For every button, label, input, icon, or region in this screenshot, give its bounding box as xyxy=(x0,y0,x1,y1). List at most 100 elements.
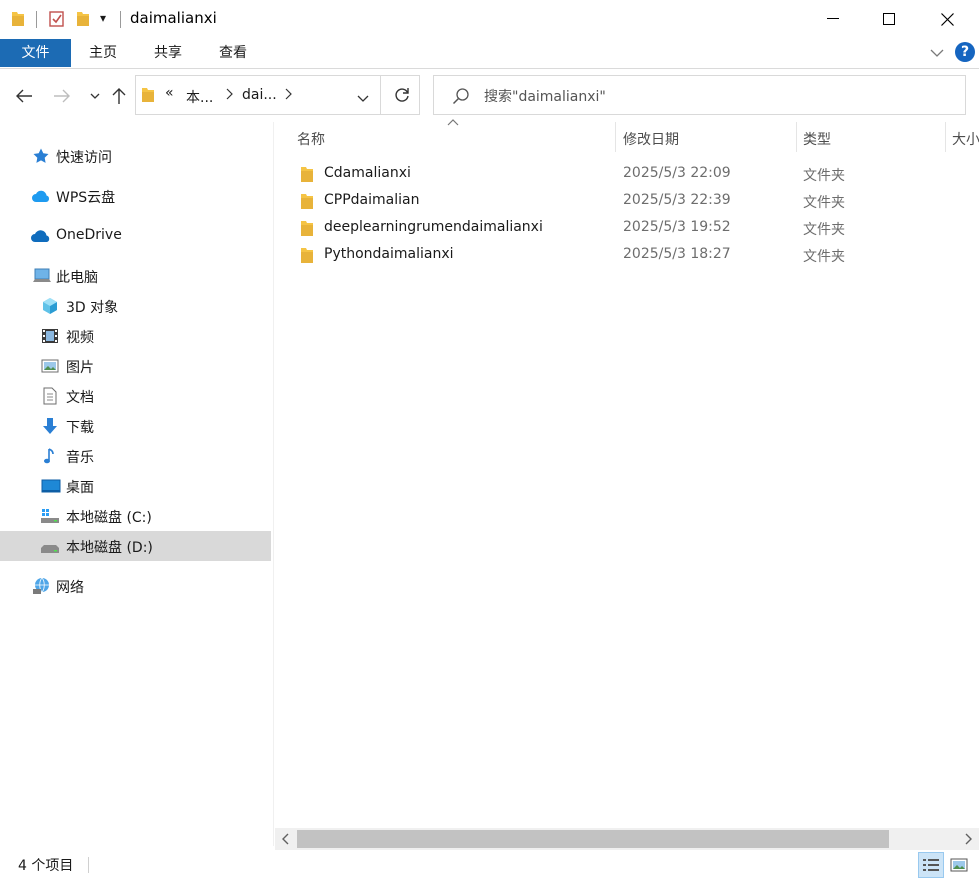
file-name[interactable]: deeplearningrumendaimalianxi xyxy=(324,219,543,235)
sidebar-item-3d-objects[interactable]: 3D 对象 xyxy=(0,291,271,321)
minimize-button[interactable] xyxy=(804,0,862,38)
maximize-button[interactable] xyxy=(860,0,918,38)
folder-location-icon xyxy=(141,86,155,108)
sidebar-item-downloads[interactable]: 下载 xyxy=(0,411,271,441)
breadcrumb-chevron-icon[interactable] xyxy=(225,88,233,104)
scroll-right-arrow-icon[interactable] xyxy=(957,828,979,850)
sidebar-item-pictures[interactable]: 图片 xyxy=(0,351,271,381)
column-separator[interactable] xyxy=(945,122,946,152)
address-history-chevron-icon[interactable] xyxy=(357,91,369,107)
folder-icon xyxy=(300,247,314,268)
file-name[interactable]: Cdamalianxi xyxy=(324,165,411,181)
pictures-icon xyxy=(41,357,59,375)
column-separator[interactable] xyxy=(615,122,616,152)
refresh-icon[interactable] xyxy=(393,86,411,108)
3d-objects-icon xyxy=(41,297,59,315)
title-bar: ▾ daimalianxi xyxy=(0,0,979,38)
sidebar-item-this-pc[interactable]: 此电脑 xyxy=(0,261,271,291)
expand-ribbon-chevron-icon[interactable] xyxy=(930,46,944,62)
file-type: 文件夹 xyxy=(803,249,845,265)
sidebar-item-onedrive[interactable]: OneDrive xyxy=(0,221,271,251)
column-separator[interactable] xyxy=(796,122,797,152)
file-row[interactable]: deeplearningrumendaimalianxi 2025/5/3 19… xyxy=(295,216,955,243)
sort-ascending-icon xyxy=(447,117,459,130)
details-view-icon xyxy=(923,859,939,871)
documents-icon xyxy=(41,387,59,405)
window-title: daimalianxi xyxy=(130,9,217,27)
folder-icon xyxy=(300,166,314,187)
file-type: 文件夹 xyxy=(803,222,845,238)
sidebar-item-quick-access[interactable]: 快速访问 xyxy=(0,141,271,171)
customize-qat-dropdown-icon[interactable]: ▾ xyxy=(100,11,106,25)
tab-home[interactable]: 主页 xyxy=(78,39,128,67)
properties-icon[interactable] xyxy=(48,10,66,32)
sidebar-item-label: WPS云盘 xyxy=(56,190,116,206)
help-icon[interactable]: ? xyxy=(955,42,975,62)
column-header-type[interactable]: 类型 xyxy=(803,129,831,149)
search-box[interactable]: 搜索"daimalianxi" xyxy=(433,75,966,115)
horizontal-scrollbar[interactable] xyxy=(275,828,979,850)
sidebar-item-label: 音乐 xyxy=(66,450,94,466)
file-row[interactable]: Cdamalianxi 2025/5/3 22:09 文件夹 xyxy=(295,162,955,189)
file-name[interactable]: CPPdaimalian xyxy=(324,192,419,208)
scroll-left-arrow-icon[interactable] xyxy=(275,828,297,850)
wps-cloud-icon xyxy=(31,187,50,205)
address-bar[interactable]: « 本... dai... xyxy=(135,75,420,115)
sidebar-item-label: 视频 xyxy=(66,330,94,346)
scrollbar-thumb[interactable] xyxy=(297,830,889,848)
column-header-modified[interactable]: 修改日期 xyxy=(623,129,679,149)
breadcrumb-current-folder[interactable]: dai... xyxy=(242,87,277,103)
column-header-size[interactable]: 大小 xyxy=(952,129,979,149)
downloads-icon xyxy=(41,417,59,435)
file-modified-date: 2025/5/3 19:52 xyxy=(623,219,731,235)
details-view-button[interactable] xyxy=(918,852,944,878)
sidebar-item-label: 3D 对象 xyxy=(66,300,119,316)
breadcrumb-this-pc[interactable]: 本... xyxy=(186,87,213,107)
tab-file[interactable]: 文件 xyxy=(0,39,71,67)
sidebar-item-documents[interactable]: 文档 xyxy=(0,381,271,411)
breadcrumb-chevron-icon[interactable] xyxy=(284,88,292,104)
up-arrow-icon[interactable] xyxy=(107,84,131,108)
sidebar-item-drive-c[interactable]: 本地磁盘 (C:) xyxy=(0,501,271,531)
back-arrow-icon[interactable] xyxy=(12,84,36,108)
file-type: 文件夹 xyxy=(803,195,845,211)
sidebar-item-label: OneDrive xyxy=(56,227,122,243)
large-icons-view-button[interactable] xyxy=(946,852,972,878)
file-modified-date: 2025/5/3 22:09 xyxy=(623,165,731,181)
forward-arrow-icon[interactable] xyxy=(50,84,74,108)
file-type: 文件夹 xyxy=(803,168,845,184)
sidebar-item-label: 桌面 xyxy=(66,480,94,496)
sidebar-item-network[interactable]: 网络 xyxy=(0,571,271,601)
search-input[interactable]: 搜索"daimalianxi" xyxy=(484,86,606,106)
file-name[interactable]: Pythondaimalianxi xyxy=(324,246,454,262)
sidebar-item-label: 此电脑 xyxy=(56,270,98,286)
file-row[interactable]: Pythondaimalianxi 2025/5/3 18:27 文件夹 xyxy=(295,243,955,270)
sidebar-item-label: 快速访问 xyxy=(56,150,112,166)
file-row[interactable]: CPPdaimalian 2025/5/3 22:39 文件夹 xyxy=(295,189,955,216)
sidebar-item-videos[interactable]: 视频 xyxy=(0,321,271,351)
tab-view[interactable]: 查看 xyxy=(208,39,258,67)
column-header-name[interactable]: 名称 xyxy=(297,129,325,149)
search-icon xyxy=(452,87,470,109)
file-modified-date: 2025/5/3 18:27 xyxy=(623,246,731,262)
recent-locations-chevron-icon[interactable] xyxy=(83,84,107,108)
status-separator xyxy=(88,857,89,873)
file-modified-date: 2025/5/3 22:39 xyxy=(623,192,731,208)
tab-share[interactable]: 共享 xyxy=(143,39,193,67)
onedrive-cloud-icon xyxy=(30,227,50,245)
music-icon xyxy=(41,447,59,465)
desktop-icon xyxy=(41,477,61,495)
sidebar-item-label: 图片 xyxy=(66,360,94,376)
navigation-pane: 快速访问 WPS云盘 OneDrive 此电脑 3D 对象 视频 图片 文档 下… xyxy=(0,122,274,846)
this-pc-icon xyxy=(32,267,51,285)
breadcrumb-overflow[interactable]: « xyxy=(165,85,174,101)
folder-app-icon xyxy=(10,10,26,32)
close-button[interactable] xyxy=(918,0,976,38)
sidebar-item-desktop[interactable]: 桌面 xyxy=(0,471,271,501)
sidebar-item-music[interactable]: 音乐 xyxy=(0,441,271,471)
new-folder-icon[interactable] xyxy=(75,10,91,32)
sidebar-item-label: 网络 xyxy=(56,580,84,596)
sidebar-item-wps-cloud[interactable]: WPS云盘 xyxy=(0,181,271,211)
item-count: 4 个项目 xyxy=(18,858,74,874)
sidebar-item-drive-d[interactable]: 本地磁盘 (D:) xyxy=(0,531,271,561)
